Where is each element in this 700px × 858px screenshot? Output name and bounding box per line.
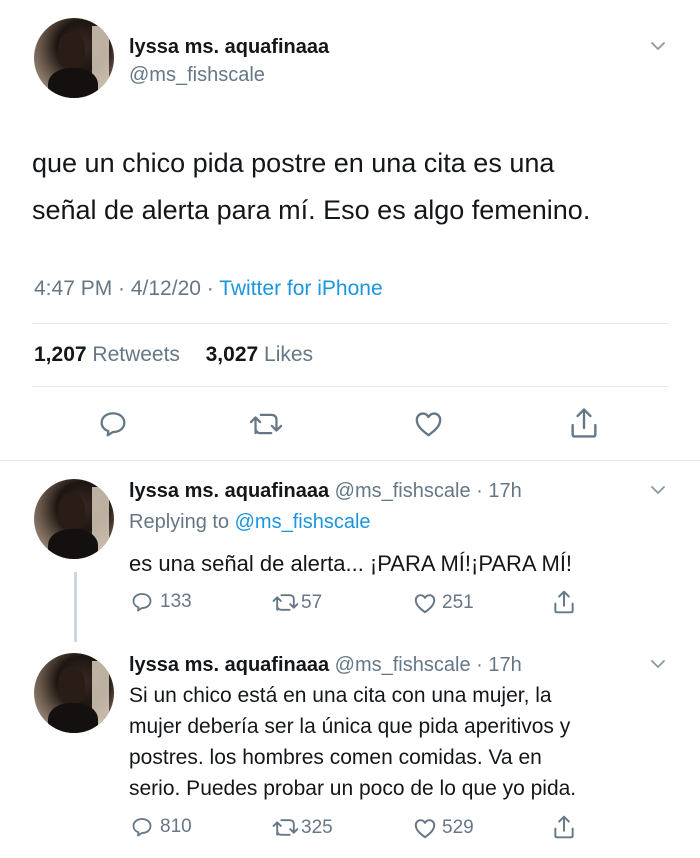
retweet-button[interactable]	[249, 409, 283, 439]
author-name[interactable]: lyssa ms. aquafinaaa	[129, 654, 329, 676]
retweet-icon	[249, 413, 283, 435]
chevron-down-icon[interactable]	[651, 483, 665, 497]
like-count: 251	[442, 592, 474, 613]
avatar[interactable]	[34, 653, 114, 733]
divider	[32, 386, 668, 387]
avatar-face	[58, 667, 86, 705]
reply-text: Si un chico está en una cita con una muj…	[129, 680, 576, 804]
like-button[interactable]: 251	[412, 590, 474, 616]
tweet-text-line: señal de alerta para mí. Eso es algo fem…	[32, 195, 591, 225]
chevron-down-icon[interactable]	[651, 39, 665, 53]
thread-line	[74, 572, 77, 642]
retweets-count: 1,207	[34, 343, 87, 366]
reply-count: 133	[160, 591, 192, 612]
mention-link[interactable]: @ms_fishscale	[235, 511, 371, 533]
tweet-text-line: que un chico pida postre en una cita es …	[32, 148, 555, 178]
like-count: 529	[442, 817, 474, 838]
divider	[32, 323, 668, 324]
likes-stat[interactable]: 3,027 Likes	[206, 343, 313, 366]
reply-text-line: Si un chico está en una cita con una muj…	[129, 684, 552, 707]
author-meta[interactable]: @ms_fishscale · 17h	[329, 654, 522, 676]
share-button[interactable]	[551, 813, 577, 841]
reply-button[interactable]	[97, 408, 129, 440]
reply-icon	[100, 412, 126, 437]
author-handle[interactable]: @ms_fishscale	[129, 64, 265, 87]
reply-header: lyssa ms. aquafinaaa @ms_fishscale · 17h	[129, 654, 522, 677]
retweet-count: 57	[301, 591, 323, 613]
heart-icon	[414, 594, 436, 614]
avatar-body	[48, 702, 98, 733]
tweet-source[interactable]: Twitter for iPhone	[219, 277, 382, 300]
retweets-label: Retweets	[86, 343, 180, 366]
share-button[interactable]	[551, 588, 577, 616]
retweet-count: 325	[301, 816, 333, 838]
like-button[interactable]: 529	[412, 815, 474, 841]
like-button[interactable]	[412, 407, 445, 440]
replying-to: Replying to @ms_fishscale	[129, 511, 371, 534]
author-name[interactable]: lyssa ms. aquafinaaa	[129, 480, 329, 502]
avatar-body	[48, 67, 98, 98]
reply-text: es una señal de alerta... ¡PARA MÍ!¡PARA…	[129, 551, 573, 576]
reply-text-line: mujer debería ser la única que pida aper…	[129, 715, 571, 738]
retweets-stat[interactable]: 1,207 Retweets	[34, 343, 180, 366]
replying-label: Replying to	[129, 511, 235, 533]
reply-text-line: serio. Puedes probar un poco de lo que y…	[129, 777, 577, 800]
avatar-body	[48, 528, 98, 559]
likes-label: Likes	[258, 343, 314, 366]
heart-icon	[414, 819, 436, 839]
share-button[interactable]	[567, 405, 601, 441]
avatar-face	[58, 32, 86, 70]
author-name[interactable]: lyssa ms. aquafinaaa	[129, 36, 329, 59]
share-icon	[554, 815, 574, 839]
avatar[interactable]	[34, 479, 114, 559]
avatar[interactable]	[34, 18, 114, 98]
chevron-down-icon[interactable]	[651, 657, 665, 671]
reply-button[interactable]: 810	[130, 815, 192, 839]
retweet-icon	[272, 594, 299, 611]
author-meta[interactable]: @ms_fishscale · 17h	[329, 480, 522, 502]
tweet-meta: 4:47 PM · 4/12/20 · Twitter for iPhone	[34, 277, 383, 301]
avatar-face	[58, 493, 86, 531]
retweet-button[interactable]: 57	[272, 591, 322, 614]
reply-header: lyssa ms. aquafinaaa @ms_fishscale · 17h	[129, 480, 522, 503]
reply-count: 810	[160, 816, 192, 837]
reply-button[interactable]: 133	[130, 590, 192, 614]
share-icon	[571, 408, 597, 438]
reply-text-line: postres. los hombres comen comidas. Va e…	[129, 746, 542, 769]
reply-icon	[132, 818, 152, 837]
retweet-icon	[272, 819, 299, 836]
reply-icon	[132, 593, 152, 612]
tweet-text: que un chico pida postre en una cita es …	[32, 140, 672, 234]
heart-icon	[415, 412, 442, 437]
tweet-timestamp[interactable]: 4:47 PM · 4/12/20 ·	[34, 277, 219, 300]
section-divider	[0, 460, 700, 461]
share-icon	[554, 590, 574, 614]
likes-count: 3,027	[205, 343, 259, 366]
retweet-button[interactable]: 325	[272, 816, 333, 839]
tweet-stats: 1,207 Retweets 3,027 Likes	[34, 343, 313, 367]
